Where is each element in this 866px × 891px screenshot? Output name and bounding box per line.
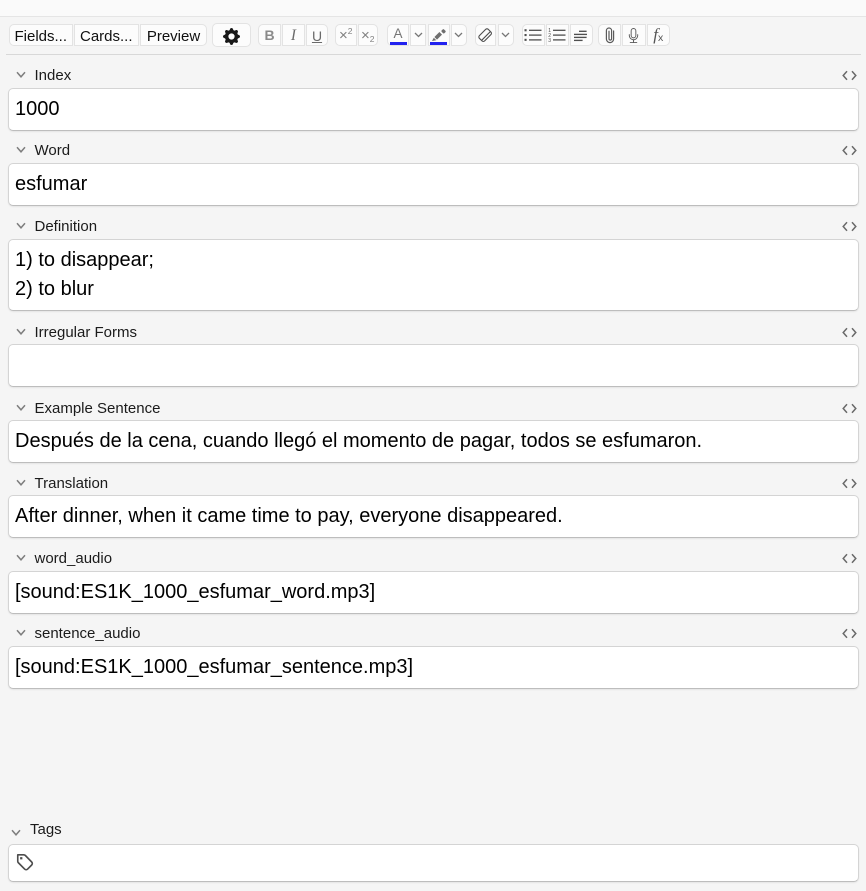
svg-text:3: 3: [548, 38, 551, 42]
